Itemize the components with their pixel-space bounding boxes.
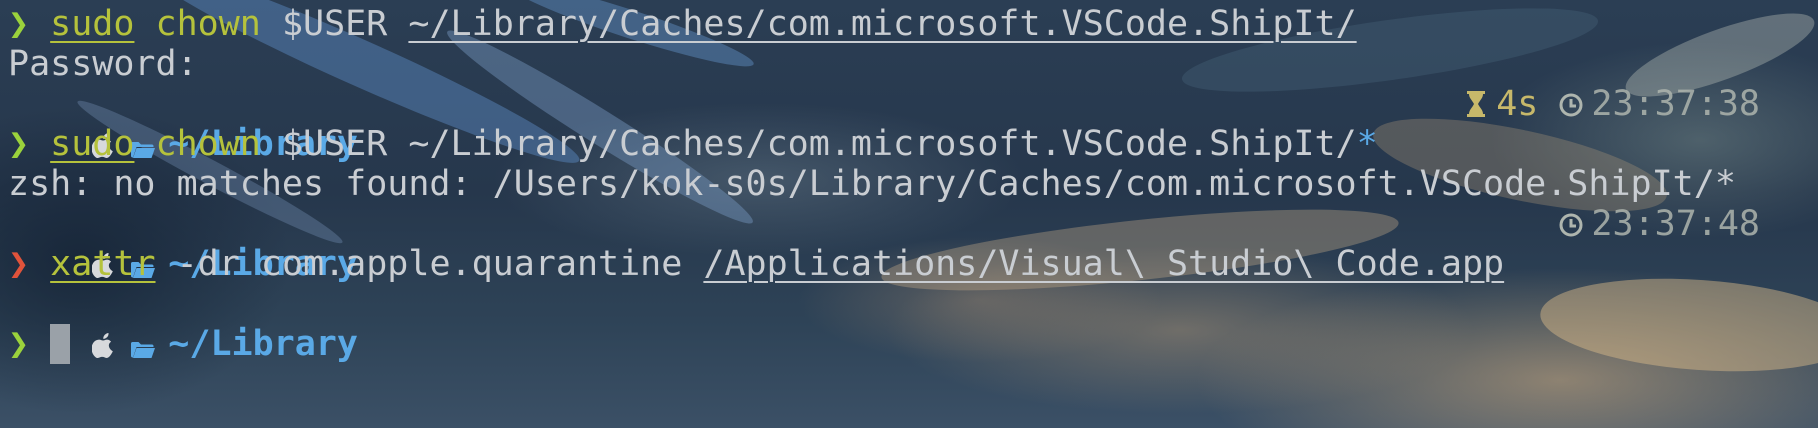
command-args: -dr com.apple.quarantine	[155, 244, 704, 284]
clock-icon	[1559, 90, 1583, 118]
command-name: xattr	[50, 244, 156, 284]
terminal-window[interactable]: ❯ sudo chown $USER ~/Library/Caches/com.…	[8, 4, 1818, 428]
command-subcommand: chown	[134, 124, 261, 164]
prompt-right-status: 4s 23:37:38	[1464, 84, 1760, 124]
prompt-line: ~/Library 4s 23:37:38	[8, 84, 1818, 164]
command-duration: 4s	[1496, 84, 1539, 124]
text-cursor	[50, 324, 71, 364]
output-line: Password:	[8, 44, 198, 84]
prompt-time: 23:37:38	[1591, 84, 1760, 124]
command-line: ❯ xattr -dr com.apple.quarantine /Applic…	[8, 244, 1818, 284]
command-subcommand: chown	[134, 4, 261, 44]
prompt-line: ~/Library 23:37:48	[8, 204, 1818, 284]
command-path: /Applications/Visual\ Studio\ Code.app	[703, 244, 1505, 284]
command-args: $USER ~/Library/Caches/com.microsoft.VSC…	[260, 124, 1357, 164]
command-line: ❯ sudo chown $USER ~/Library/Caches/com.…	[8, 4, 1818, 44]
glob-wildcard: *	[1356, 124, 1378, 164]
prompt-arrow-icon: ❯	[8, 324, 30, 364]
command-name: sudo	[50, 4, 135, 44]
clock-icon	[1559, 210, 1583, 238]
command-args: $USER	[260, 4, 409, 44]
prompt-arrow-icon: ❯	[8, 4, 30, 44]
prompt-time: 23:37:48	[1591, 204, 1760, 244]
prompt-right-status: 23:37:48	[1559, 204, 1760, 244]
command-line: ❯ sudo chown $USER ~/Library/Caches/com.…	[8, 124, 1818, 164]
command-name: sudo	[50, 124, 135, 164]
prompt-line: ~/Library	[8, 284, 1818, 364]
hourglass-icon	[1464, 90, 1488, 118]
error-output-line: zsh: no matches found: /Users/kok-s0s/Li…	[8, 164, 1736, 204]
command-path: ~/Library/Caches/com.microsoft.VSCode.Sh…	[408, 4, 1357, 44]
command-input-line[interactable]: ❯	[8, 324, 1818, 364]
prompt-arrow-icon: ❯	[8, 124, 30, 164]
prompt-arrow-error-icon: ❯	[8, 244, 30, 284]
